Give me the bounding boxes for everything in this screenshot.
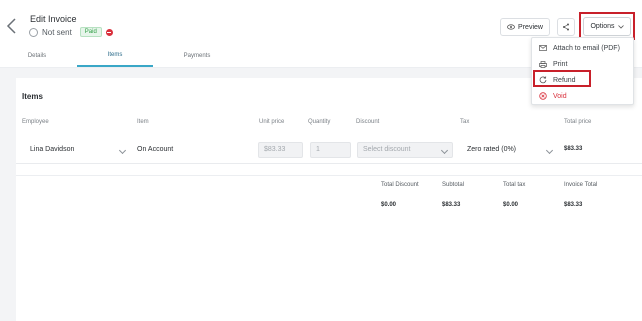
total-tax-value: $0.00: [503, 202, 519, 208]
paid-badge: Paid: [79, 27, 102, 37]
status-row: Not sent Paid: [29, 26, 113, 38]
invoice-total-value: $83.33: [564, 202, 583, 208]
column-discount: Discount: [356, 119, 380, 125]
column-item: Item: [137, 119, 149, 125]
status-circle-icon: [29, 27, 38, 37]
status-text: Not sent: [42, 27, 72, 37]
unit-price-input[interactable]: $83.33: [258, 142, 303, 158]
chevron-down-icon[interactable]: [118, 146, 127, 155]
eye-icon: [507, 24, 515, 30]
menu-item-label: Void: [553, 92, 567, 100]
preview-label: Preview: [518, 23, 543, 31]
menu-item-void[interactable]: Void: [532, 88, 635, 104]
back-arrow-icon[interactable]: [6, 18, 18, 34]
items-heading: Items: [22, 92, 43, 101]
menu-item-label: Attach to email (PDF): [553, 44, 620, 52]
subtotal-value: $83.33: [442, 202, 461, 208]
item-value[interactable]: On Account: [137, 146, 173, 153]
email-icon: [536, 45, 550, 51]
chevron-down-icon[interactable]: [545, 146, 554, 155]
column-tax: Tax: [460, 119, 470, 125]
remove-payment-icon[interactable]: [105, 28, 113, 36]
total-discount-value: $0.00: [381, 202, 397, 208]
subtotal-label: Subtotal: [442, 182, 465, 188]
employee-select[interactable]: Lina Davidson: [30, 146, 74, 153]
discount-select[interactable]: Select discount: [357, 142, 453, 158]
tab-payments[interactable]: Payments: [170, 45, 224, 67]
column-quantity: Quantity: [308, 119, 331, 125]
quantity-input[interactable]: 1: [310, 142, 351, 158]
column-total-price: Total price: [564, 119, 592, 125]
column-unit-price: Unit price: [259, 119, 285, 125]
share-button[interactable]: [557, 18, 575, 36]
options-highlight-box: [579, 12, 635, 40]
menu-item-attach-email[interactable]: Attach to email (PDF): [532, 40, 635, 56]
total-price-value: $83.33: [564, 146, 583, 152]
tab-items[interactable]: Items: [77, 45, 153, 67]
total-tax-label: Total tax: [503, 182, 526, 188]
tab-details[interactable]: Details: [14, 45, 60, 67]
share-icon: [563, 23, 569, 31]
divider: [16, 175, 642, 176]
items-card: Items Employee Item Unit price Quantity …: [16, 78, 642, 321]
column-employee: Employee: [22, 119, 49, 125]
table-row: Lina Davidson On Account $83.33 1 Select…: [16, 136, 642, 164]
refund-highlight-box: [533, 70, 591, 87]
print-icon: [536, 60, 550, 68]
menu-item-label: Print: [553, 60, 568, 68]
tax-select[interactable]: Zero rated (0%): [467, 146, 516, 153]
total-discount-label: Total Discount: [381, 182, 419, 188]
invoice-total-label: Invoice Total: [564, 182, 598, 188]
page-title: Edit Invoice: [30, 14, 77, 24]
preview-button[interactable]: Preview: [500, 18, 550, 36]
void-icon: [536, 92, 550, 100]
